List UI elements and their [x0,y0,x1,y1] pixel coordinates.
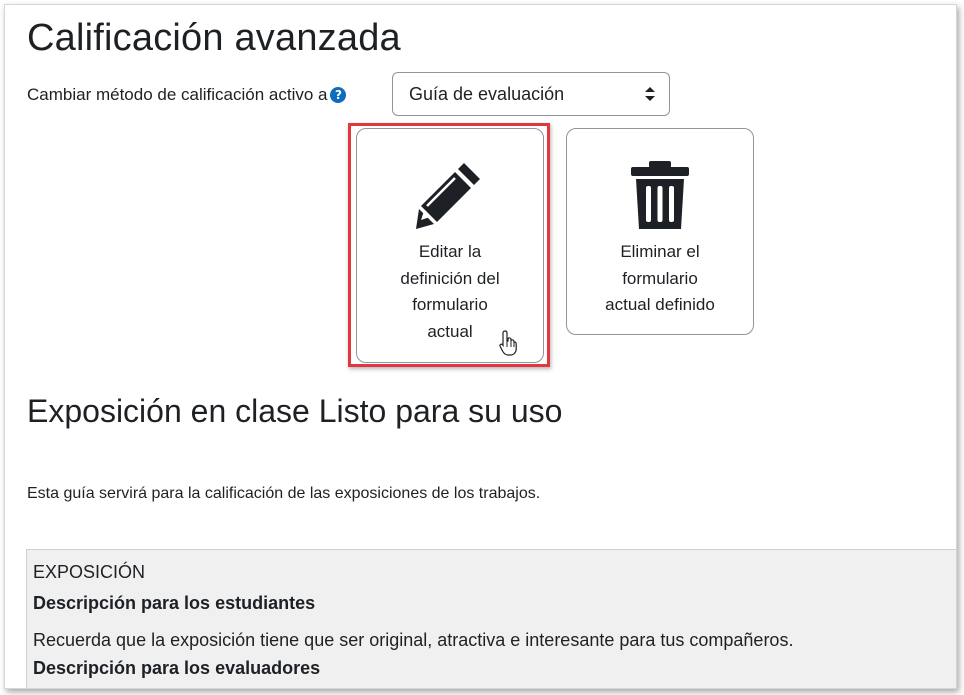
grading-method-select[interactable]: Guía de evaluación [392,72,670,116]
students-description-text: Recuerda que la exposición tiene que ser… [33,630,794,650]
help-icon[interactable]: ? [330,87,347,103]
criterion-box: EXPOSICIÓN Descripción para los estudian… [26,549,956,688]
delete-label-line: Eliminar el [620,242,700,261]
definition-description: Esta guía servirá para la calificación d… [27,485,541,502]
page-title: Calificación avanzada [27,17,401,59]
select-arrows-icon [645,87,655,101]
edit-definition-button[interactable]: Editar la definición del formulario actu… [356,128,544,363]
trash-icon [631,161,689,229]
delete-definition-button[interactable]: Eliminar el formulario actual definido [566,128,754,335]
hand-cursor-icon [499,330,517,356]
delete-label-line: actual definido [605,295,715,314]
grading-method-row: Cambiar método de calificación activo a … [27,72,670,118]
grading-method-label: Cambiar método de calificación activo a [27,85,328,104]
definition-title: Exposición en clase Listo para su uso [27,393,563,429]
students-description-heading: Descripción para los estudiantes [33,593,316,613]
page-frame: Calificación avanzada Cambiar método de … [4,4,957,689]
delete-label-line: formulario [622,268,698,288]
edit-label-line: definición del [400,268,500,288]
grading-method-selected-value: Guía de evaluación [409,83,565,104]
edit-label-line: actual [427,321,473,341]
pencil-icon [416,163,480,229]
edit-label-line: formulario [412,295,488,314]
edit-label-line: Editar la [418,242,482,261]
criterion-name: EXPOSICIÓN [33,562,146,582]
evaluators-description-heading: Descripción para los evaluadores [33,658,321,678]
delete-definition-label: Eliminar el formulario actual definido [567,239,753,319]
